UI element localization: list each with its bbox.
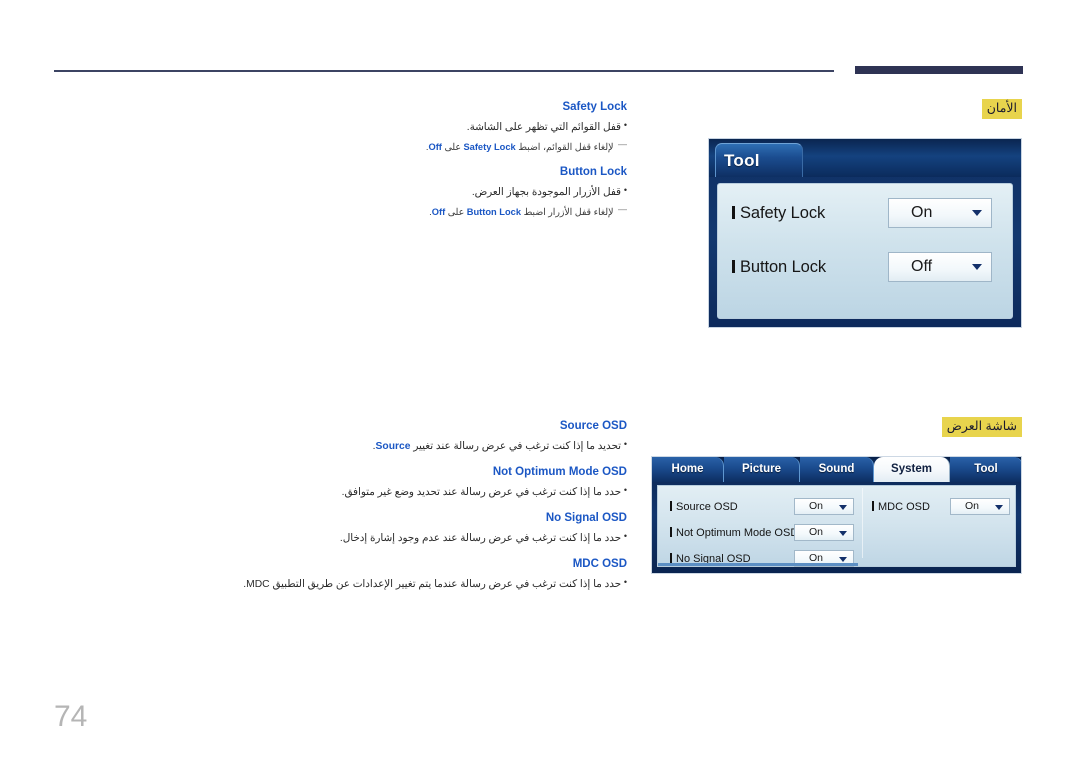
- header-rule: [54, 70, 834, 72]
- section-tag-display: شاشة العرض: [941, 417, 1022, 437]
- doc-bullet-source-osd: • تحديد ما إذا كنت ترغب في عرض رسالة عند…: [150, 436, 627, 455]
- doc-heading-safety-lock: Safety Lock: [562, 101, 627, 113]
- doc-heading-button-lock: Button Lock: [559, 166, 627, 178]
- osd-combo-value: Off: [911, 258, 933, 275]
- doc-section-display: Source OSD • تحديد ما إذا كنت ترغب في عر…: [150, 419, 627, 593]
- chevron-down-icon: [995, 505, 1003, 510]
- doc-bullet-button-lock: • قفل الأزرار الموجودة بجهاز العرض.: [150, 182, 627, 201]
- osd-tab-tool[interactable]: Tool: [715, 143, 803, 177]
- note-text-b: على: [447, 207, 465, 217]
- page-number: 74: [54, 700, 88, 733]
- note-dash-marker: —: [618, 204, 628, 214]
- osd-label-source-osd: Source OSD: [670, 501, 738, 513]
- bullet-marker: •: [623, 485, 627, 495]
- doc-bullet-text: تحديد ما إذا كنت ترغب في عرض رسالة عند ت…: [413, 441, 621, 452]
- chevron-down-icon: [972, 264, 982, 270]
- bullet-marker: •: [623, 185, 627, 195]
- doc-term-mdc: MDC: [246, 579, 270, 590]
- osd-combo-value: On: [809, 526, 824, 538]
- doc-bullet-text: قفل الأزرار الموجودة بجهاز العرض.: [471, 187, 621, 198]
- osd-tab-picture[interactable]: Picture: [724, 457, 800, 482]
- bullet-marker: •: [623, 120, 627, 130]
- doc-bullet-text: قفل القوائم التي تظهر على الشاشة.: [466, 122, 621, 133]
- bullet-marker: •: [623, 531, 627, 541]
- doc-bullet-no-signal-osd: • حدد ما إذا كنت ترغب في عرض رسالة عند ع…: [150, 528, 627, 547]
- section-tag-security: الأمان: [981, 99, 1022, 119]
- doc-bullet-mdc-osd: • حدد ما إذا كنت ترغب في عرض رسالة عندما…: [150, 574, 627, 593]
- note-value-off: Off: [428, 142, 442, 152]
- osd-label-mdc-osd: MDC OSD: [872, 501, 930, 513]
- doc-term-source: Source: [375, 441, 411, 452]
- doc-bullet-text: حدد ما إذا كنت ترغب في عرض رسالة عندما ي…: [272, 579, 621, 590]
- doc-bullet-not-optimum-mode-osd: • حدد ما إذا كنت ترغب في عرض رسالة عند ت…: [150, 482, 627, 501]
- osd-column-divider: [862, 488, 863, 558]
- osd-label-not-optimum-mode-osd: Not Optimum Mode OSD: [670, 527, 798, 539]
- osd-row-source-osd: Source OSD On: [670, 498, 855, 520]
- chevron-down-icon: [839, 531, 847, 536]
- osd-combo-safety-lock[interactable]: On: [888, 198, 992, 228]
- osd-system-body: Source OSD On Not Optimum Mode OSD On No…: [657, 485, 1016, 567]
- osd-tab-tool[interactable]: Tool: [950, 457, 1021, 482]
- note-text-a: لإلغاء قفل الأزرار اضبط: [523, 207, 614, 217]
- note-term-safety-lock: Safety Lock: [463, 142, 516, 152]
- osd-tool-tabbar: Tool: [709, 139, 1021, 177]
- bullet-marker: •: [623, 439, 627, 449]
- note-dash-marker: —: [618, 139, 628, 149]
- doc-heading-source-osd: Source OSD: [559, 420, 627, 432]
- chevron-down-icon: [839, 505, 847, 510]
- osd-combo-button-lock[interactable]: Off: [888, 252, 992, 282]
- osd-row-mdc-osd: MDC OSD On: [872, 498, 1012, 520]
- osd-label-safety-lock: Safety Lock: [732, 204, 825, 223]
- osd-row-not-optimum-mode-osd: Not Optimum Mode OSD On: [670, 524, 855, 546]
- note-text-b: على: [444, 142, 461, 152]
- note-value-off: Off: [431, 207, 446, 217]
- osd-combo-not-optimum-mode-osd[interactable]: On: [794, 524, 854, 541]
- doc-section-security: Safety Lock • قفل القوائم التي تظهر على …: [150, 100, 628, 220]
- osd-label-button-lock: Button Lock: [732, 258, 826, 277]
- doc-heading-mdc-osd: MDC OSD: [572, 558, 627, 570]
- osd-active-tab-underline: [658, 563, 858, 566]
- header-accent-bar: [855, 66, 1023, 74]
- osd-combo-mdc-osd[interactable]: On: [950, 498, 1010, 515]
- osd-tab-sound[interactable]: Sound: [800, 457, 874, 482]
- osd-system-tabbar: Home Picture Sound System Tool: [652, 457, 1021, 482]
- osd-combo-value: On: [911, 204, 933, 221]
- osd-combo-value: On: [809, 500, 824, 512]
- osd-tool-panel: Tool Safety Lock On Button Lock Off: [708, 138, 1022, 328]
- note-term-button-lock: Button Lock: [466, 207, 521, 217]
- osd-tool-body: Safety Lock On Button Lock Off: [717, 183, 1013, 319]
- osd-row-safety-lock: Safety Lock On: [732, 198, 998, 238]
- osd-tab-home[interactable]: Home: [652, 457, 724, 482]
- note-text-a: لإلغاء قفل القوائم، اضبط: [518, 142, 614, 152]
- osd-tab-system[interactable]: System: [874, 457, 950, 482]
- doc-heading-no-signal-osd: No Signal OSD: [545, 512, 627, 524]
- osd-row-button-lock: Button Lock Off: [732, 252, 998, 292]
- doc-bullet-safety-lock: • قفل القوائم التي تظهر على الشاشة.: [150, 117, 627, 136]
- osd-combo-value: On: [965, 500, 980, 512]
- doc-heading-not-optimum-mode-osd: Not Optimum Mode OSD: [492, 466, 627, 478]
- bullet-marker: •: [623, 577, 627, 587]
- chevron-down-icon: [972, 210, 982, 216]
- osd-combo-source-osd[interactable]: On: [794, 498, 854, 515]
- osd-system-panel: Home Picture Sound System Tool Source OS…: [651, 456, 1022, 574]
- doc-note-safety-lock: — لإلغاء قفل القوائم، اضبط Safety Lock ع…: [150, 136, 628, 155]
- doc-note-button-lock: — لإلغاء قفل الأزرار اضبط Button Lock عل…: [150, 201, 628, 220]
- doc-bullet-text: حدد ما إذا كنت ترغب في عرض رسالة عند تحد…: [341, 487, 621, 498]
- osd-row-no-signal-osd: No Signal OSD On: [670, 550, 855, 572]
- chevron-down-icon: [839, 557, 847, 562]
- doc-bullet-text: حدد ما إذا كنت ترغب في عرض رسالة عند عدم…: [339, 533, 621, 544]
